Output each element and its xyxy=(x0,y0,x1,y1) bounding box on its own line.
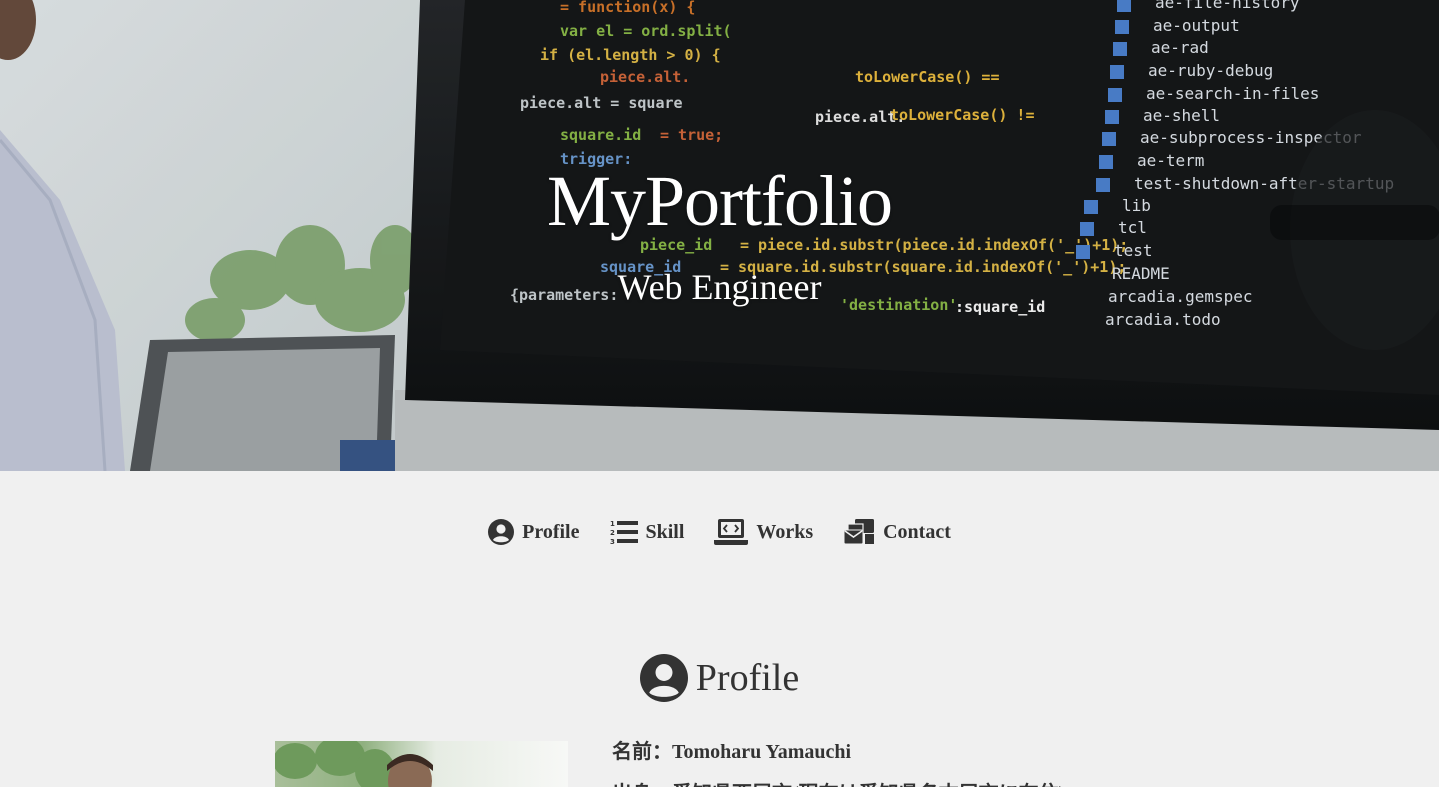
nav-item-profile[interactable]: Profile xyxy=(488,515,580,549)
nav-item-label: Profile xyxy=(522,520,580,543)
svg-text:2: 2 xyxy=(610,529,615,537)
profile-section-heading: Profile xyxy=(0,654,1439,702)
svg-text:3: 3 xyxy=(610,538,615,545)
section-title: Profile xyxy=(695,657,800,699)
profile-photo-image xyxy=(275,741,433,787)
nav-item-skill[interactable]: 123 Skill xyxy=(610,515,685,549)
profile-info: 名前：Tomoharu Yamauchi 出身：愛知県西尾市(現在は愛知県名古屋… xyxy=(612,737,1065,787)
nav-item-label: Works xyxy=(756,520,814,543)
profile-photo xyxy=(275,741,568,787)
mail-bulk-icon xyxy=(843,519,875,545)
site-subtitle: Web Engineer xyxy=(617,267,822,307)
nav-item-label: Contact xyxy=(883,520,951,543)
main-nav: Profile 123 Skill Works Contact xyxy=(0,515,1439,549)
svg-text:1: 1 xyxy=(610,520,615,528)
user-circle-icon xyxy=(488,519,515,545)
nav-item-label: Skill xyxy=(645,520,685,543)
site-title: MyPortfolio xyxy=(546,161,893,241)
nav-item-works[interactable]: Works xyxy=(714,515,813,549)
hero-banner: = function(x) { var el = ord.split( if (… xyxy=(0,0,1439,471)
nav-item-contact[interactable]: Contact xyxy=(843,515,951,549)
user-circle-icon xyxy=(639,654,688,702)
profile-origin: 出身：愛知県西尾市(現在は愛知県名古屋市に在住) xyxy=(612,779,1065,787)
list-ol-icon: 123 xyxy=(610,520,638,545)
laptop-code-icon xyxy=(714,519,749,545)
profile-name: 名前：Tomoharu Yamauchi xyxy=(612,741,852,763)
